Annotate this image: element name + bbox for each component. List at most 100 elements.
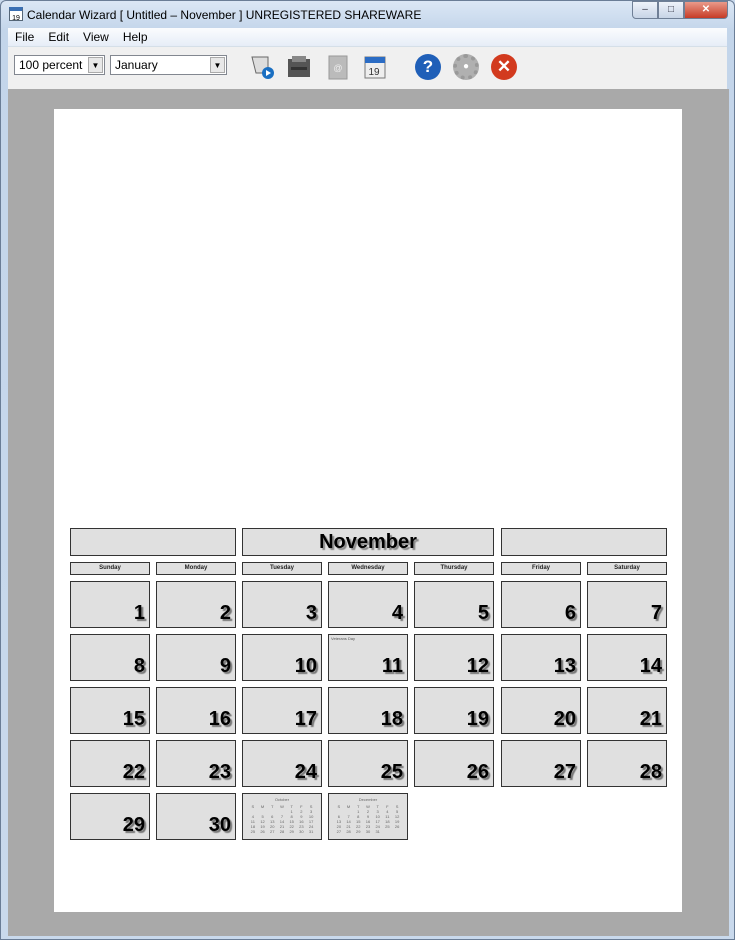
day-cell[interactable]: 8 xyxy=(70,634,150,681)
menu-edit[interactable]: Edit xyxy=(41,28,76,46)
day-number: 12 xyxy=(466,655,489,677)
day-cell[interactable]: Veterans Day 11 xyxy=(328,634,408,681)
menu-bar: File Edit View Help xyxy=(8,28,727,46)
day-cell[interactable]: 18 xyxy=(328,687,408,734)
day-number: 18 xyxy=(380,708,403,730)
day-number: 13 xyxy=(553,655,576,677)
day-header: Monday xyxy=(156,562,236,575)
mini-day: 30 xyxy=(299,829,304,834)
day-number: 22 xyxy=(122,761,145,783)
day-cell[interactable]: 20 xyxy=(501,687,581,734)
app-window: 19 Calendar Wizard [ Untitled – November… xyxy=(0,0,735,940)
day-header: Tuesday xyxy=(242,562,322,575)
chevron-down-icon: ▼ xyxy=(210,57,225,73)
day-cell[interactable]: 23 xyxy=(156,740,236,787)
month-value: January xyxy=(115,58,158,72)
header-right-box[interactable] xyxy=(501,528,667,556)
svg-text:19: 19 xyxy=(368,67,380,78)
day-note: Veterans Day xyxy=(331,636,356,641)
day-header: Wednesday xyxy=(328,562,408,575)
day-number: 9 xyxy=(219,655,231,677)
mini-day: 26 xyxy=(394,824,400,829)
day-cell[interactable]: 2 xyxy=(156,581,236,628)
help-icon[interactable]: ? xyxy=(414,53,442,81)
day-cell[interactable]: 6 xyxy=(501,581,581,628)
mini-day: 25 xyxy=(250,829,256,834)
day-header: Friday xyxy=(501,562,581,575)
canvas-area: November Sunday Monday Tuesday Wednesday Thu… xyxy=(8,89,729,936)
mini-day: 31 xyxy=(375,829,380,834)
settings-icon[interactable]: ● xyxy=(452,53,480,81)
prev-month-mini-calendar[interactable]: October S M T W T F S 1 2 3 4 5 6 7 8 9 10 11 12 13 14 15 16 17 1… xyxy=(242,793,322,840)
day-cell[interactable]: 27 xyxy=(501,740,581,787)
day-number: 30 xyxy=(208,814,231,836)
day-cell[interactable]: 15 xyxy=(70,687,150,734)
day-cell[interactable]: 5 xyxy=(414,581,494,628)
mini-day: 29 xyxy=(356,829,361,834)
day-number: 25 xyxy=(380,761,403,783)
calendar-page: November Sunday Monday Tuesday Wednesday Thu… xyxy=(54,109,682,912)
header-left-box[interactable] xyxy=(70,528,236,556)
chevron-down-icon: ▼ xyxy=(88,57,103,73)
day-number: 17 xyxy=(294,708,317,730)
maximize-button[interactable]: □ xyxy=(658,1,684,19)
slideshow-icon[interactable] xyxy=(248,53,276,81)
mini-day: 28 xyxy=(279,829,285,834)
day-number: 29 xyxy=(122,814,145,836)
exit-icon[interactable]: ✕ xyxy=(490,53,518,81)
day-cell[interactable]: 1 xyxy=(70,581,150,628)
day-number: 10 xyxy=(294,655,317,677)
day-cell[interactable]: 21 xyxy=(587,687,667,734)
day-cell[interactable]: 4 xyxy=(328,581,408,628)
day-number: 23 xyxy=(208,761,231,783)
calendar-icon[interactable]: 19 xyxy=(361,53,389,81)
day-number: 1 xyxy=(133,602,145,624)
day-number: 20 xyxy=(553,708,576,730)
day-cell[interactable]: 26 xyxy=(414,740,494,787)
day-cell[interactable]: 28 xyxy=(587,740,667,787)
day-cell[interactable]: 12 xyxy=(414,634,494,681)
day-header: Sunday xyxy=(70,562,150,575)
day-cell[interactable]: 22 xyxy=(70,740,150,787)
day-number: 5 xyxy=(477,602,489,624)
menu-view[interactable]: View xyxy=(76,28,116,46)
next-month-mini-calendar[interactable]: December S M T W T F S 1 2 3 4 5 6 7 8 9 10 11 12 13 14 15 16 17… xyxy=(328,793,408,840)
day-number: 3 xyxy=(305,602,317,624)
address-book-icon[interactable]: @ xyxy=(324,53,352,81)
day-cell[interactable]: 3 xyxy=(242,581,322,628)
print-icon[interactable] xyxy=(285,53,313,81)
day-cell[interactable]: 30 xyxy=(156,793,236,840)
toolbar: 100 percent ▼ January ▼ @ 19 ? ● ✕ xyxy=(8,46,727,89)
close-button[interactable]: ✕ xyxy=(684,1,728,19)
mini-day: 27 xyxy=(270,829,275,834)
day-header: Thursday xyxy=(414,562,494,575)
zoom-select[interactable]: 100 percent ▼ xyxy=(14,55,105,75)
menu-file[interactable]: File xyxy=(8,28,41,46)
mini-day: 29 xyxy=(289,829,294,834)
day-cell[interactable]: 25 xyxy=(328,740,408,787)
day-number: 7 xyxy=(650,602,662,624)
month-title[interactable]: November xyxy=(242,528,494,556)
app-icon: 19 xyxy=(9,7,23,22)
day-number: 26 xyxy=(466,761,489,783)
day-number: 4 xyxy=(391,602,403,624)
month-select[interactable]: January ▼ xyxy=(110,55,227,75)
day-cell[interactable]: 9 xyxy=(156,634,236,681)
day-cell[interactable]: 13 xyxy=(501,634,581,681)
day-number: 27 xyxy=(553,761,576,783)
mini-day: 28 xyxy=(346,829,351,834)
day-cell[interactable]: 7 xyxy=(587,581,667,628)
day-number: 21 xyxy=(639,708,662,730)
day-cell[interactable]: 16 xyxy=(156,687,236,734)
day-number: 6 xyxy=(564,602,576,624)
day-cell[interactable]: 24 xyxy=(242,740,322,787)
day-cell[interactable]: 10 xyxy=(242,634,322,681)
day-number: 14 xyxy=(639,655,662,677)
mini-day: 26 xyxy=(260,829,265,834)
day-cell[interactable]: 29 xyxy=(70,793,150,840)
menu-help[interactable]: Help xyxy=(116,28,155,46)
day-cell[interactable]: 17 xyxy=(242,687,322,734)
day-cell[interactable]: 19 xyxy=(414,687,494,734)
day-cell[interactable]: 14 xyxy=(587,634,667,681)
minimize-button[interactable]: – xyxy=(632,1,658,19)
